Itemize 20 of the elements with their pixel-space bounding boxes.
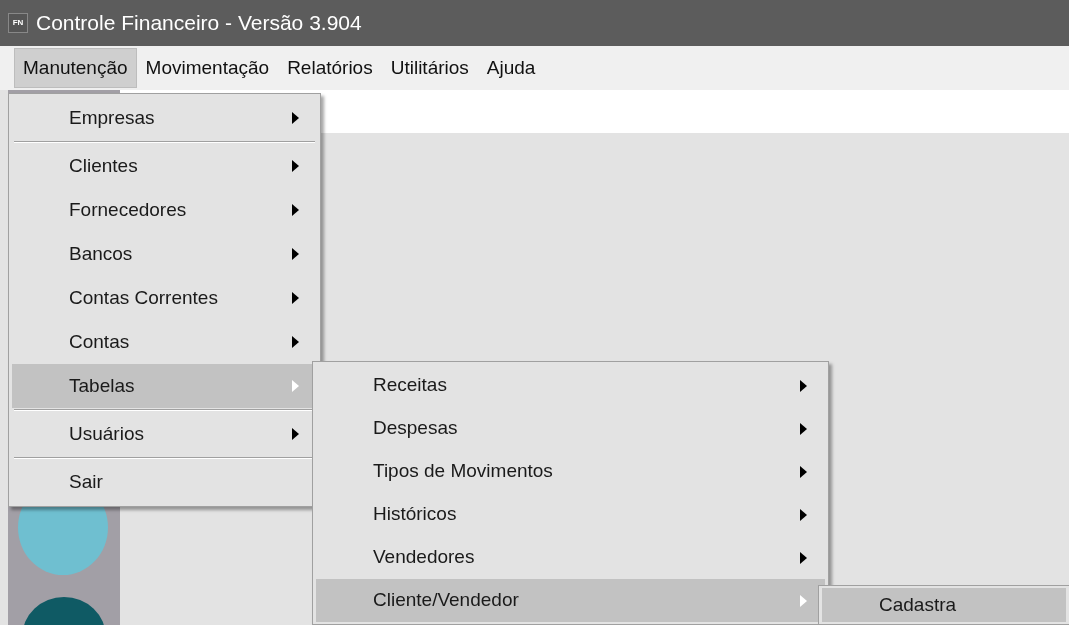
menu-item[interactable]: Vendedores (316, 536, 825, 579)
menu-bar-item[interactable]: Ajuda (477, 47, 545, 89)
menu-item[interactable]: Tipos de Movimentos (316, 450, 825, 493)
menu-item[interactable]: Empresas (12, 96, 317, 140)
menu-item[interactable]: Cliente/Vendedor (316, 579, 825, 622)
menu-item[interactable]: Receitas (316, 364, 825, 407)
menu-item[interactable]: Contas Correntes (12, 276, 317, 320)
menu-item[interactable]: Bancos (12, 232, 317, 276)
menu-item[interactable]: Despesas (316, 407, 825, 450)
menu-bar-item[interactable]: Utilitários (381, 47, 478, 89)
menu-item[interactable]: Contas (12, 320, 317, 364)
menu-bar-item[interactable]: Relatórios (278, 47, 382, 89)
menu-item[interactable]: Cadastra (822, 588, 1066, 622)
menu-item[interactable]: Históricos (316, 493, 825, 536)
menu-item[interactable]: Clientes (12, 144, 317, 188)
window-title: Controle Financeiro - Versão 3.904 (36, 10, 362, 37)
menu-item[interactable]: Fornecedores (12, 188, 317, 232)
menu-bar-item[interactable]: Manutenção (14, 47, 137, 89)
app-icon: FN (8, 13, 28, 33)
menu-bar-item[interactable]: Movimentação (136, 47, 279, 89)
